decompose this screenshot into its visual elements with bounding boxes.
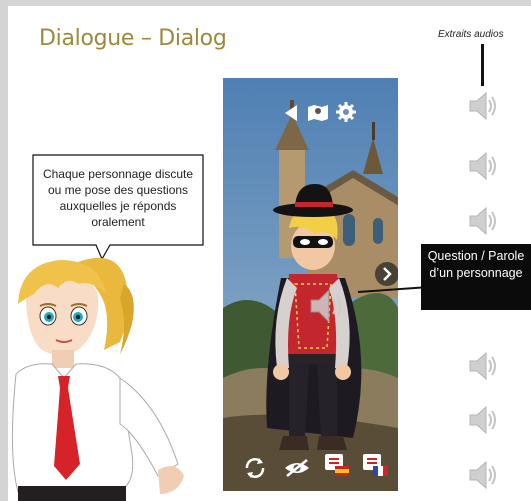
language-flag-fr-icon[interactable] xyxy=(361,452,389,478)
speech-bubble-text: Chaque personnage discute ou me pose des… xyxy=(42,167,194,229)
question-label-box: Question / Parole d’un personnage xyxy=(421,244,531,310)
hide-eye-icon[interactable] xyxy=(283,458,311,478)
slide: Dialogue – Dialog Extraits audios Chaque… xyxy=(8,6,531,501)
audio-speaker-icon[interactable] xyxy=(466,458,500,492)
audio-speaker-icon[interactable] xyxy=(466,349,500,383)
audio-speaker-icon[interactable] xyxy=(466,89,500,123)
audio-speaker-icon[interactable] xyxy=(466,204,500,238)
back-arrow-icon[interactable] xyxy=(283,104,299,122)
caption-connector-line xyxy=(481,44,484,86)
map-icon[interactable] xyxy=(307,104,329,122)
phone-game-screenshot xyxy=(223,78,398,491)
audio-excerpts-caption: Extraits audios xyxy=(438,29,504,40)
audio-speaker-icon[interactable] xyxy=(466,149,500,183)
language-flag-es-icon[interactable] xyxy=(323,452,351,478)
refresh-icon[interactable] xyxy=(243,456,267,480)
cartoon-girl-illustration xyxy=(11,257,184,501)
chevron-right-icon[interactable] xyxy=(375,262,398,286)
audio-speaker-icon[interactable] xyxy=(466,403,500,437)
slide-title: Dialogue – Dialog xyxy=(39,26,227,51)
settings-gear-icon[interactable] xyxy=(336,102,356,122)
